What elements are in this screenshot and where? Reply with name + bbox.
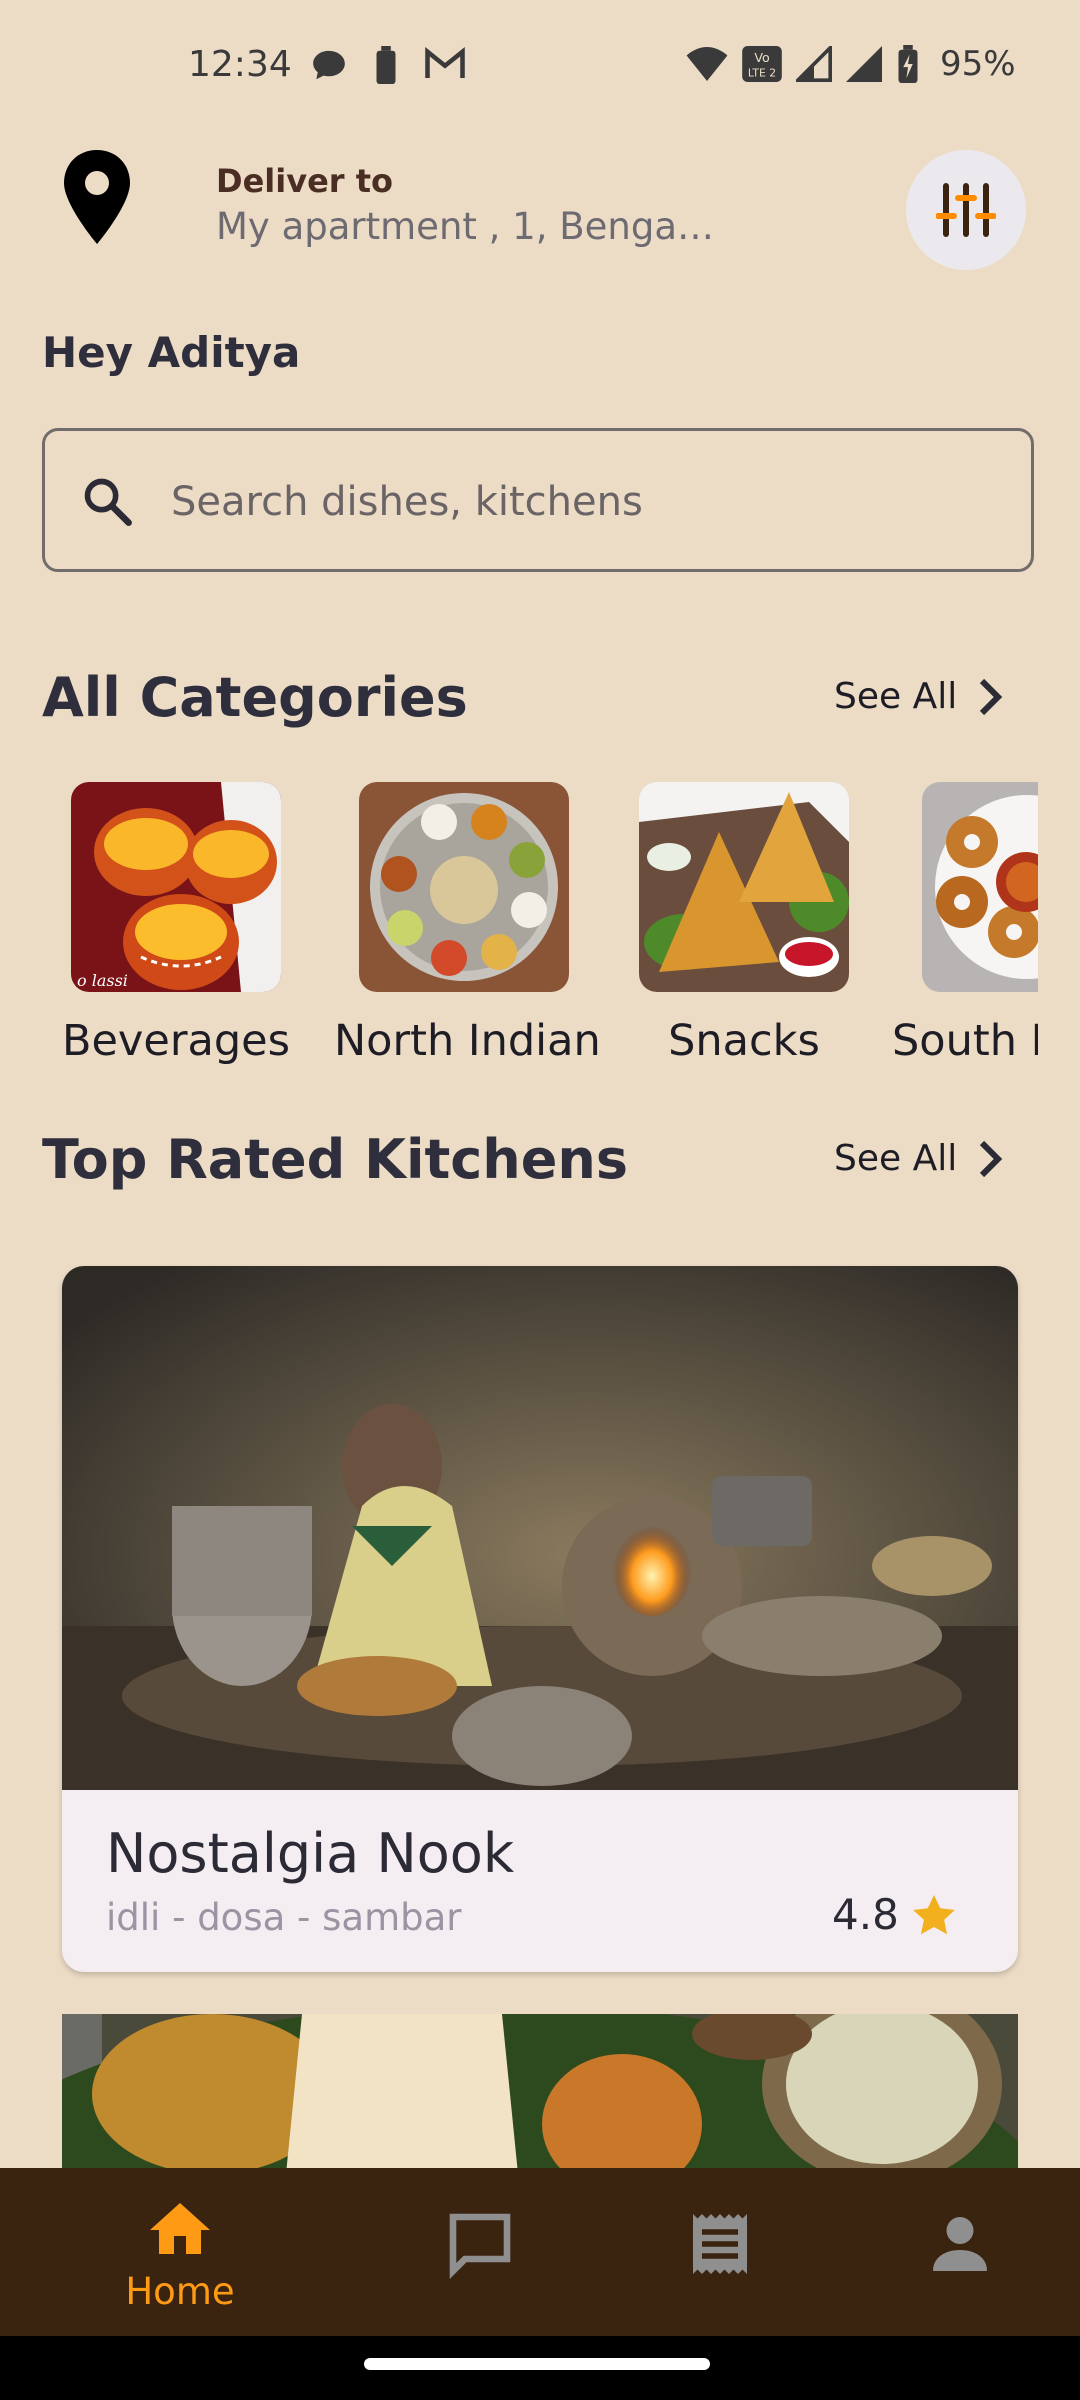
kitchen-rating: 4.8 [832,1890,955,1939]
category-beverages[interactable]: o lassi Beverages [46,782,306,1066]
status-bar: 12:34 Vo LTE 2 95% [0,0,1080,130]
see-all-label: See All [834,1138,958,1179]
category-image [359,782,569,992]
categories-see-all-button[interactable]: See All [834,676,1003,717]
nav-home-label: Home [125,2270,235,2313]
category-label: Beverages [61,1016,291,1066]
star-icon [912,1894,955,1934]
categories-title: All Categories [42,666,468,729]
svg-text:Vo: Vo [754,50,770,65]
search-bar[interactable] [42,428,1034,572]
nav-home[interactable]: Home [80,2168,280,2336]
search-icon [84,478,132,526]
receipt-icon [693,2214,747,2274]
greeting-text: Hey Aditya [42,328,301,377]
signal-icon [796,46,832,82]
battery-percent: 95% [940,44,1016,84]
signal-icon [846,46,882,82]
svg-text:LTE 2: LTE 2 [748,67,776,80]
kitchens-title: Top Rated Kitchens [42,1128,628,1191]
chevron-right-icon [980,678,1003,715]
status-time: 12:34 [188,44,292,85]
location-pin-icon[interactable] [62,150,132,244]
kitchens-see-all-button[interactable]: See All [834,1138,1003,1179]
bottom-navigation: Home [0,2168,1080,2336]
category-image: o lassi [71,782,281,992]
kitchen-cuisine: idli - dosa - sambar [106,1896,462,1939]
category-label: South I [892,1016,1038,1066]
battery-charging-icon [898,45,918,83]
deliver-to-label: Deliver to [216,162,393,200]
chat-bubble-icon [313,50,345,80]
kitchen-name: Nostalgia Nook [106,1822,515,1885]
svg-text:o lassi: o lassi [77,971,128,990]
gesture-bar [0,2336,1080,2400]
see-all-label: See All [834,676,958,717]
nav-orders[interactable] [620,2168,820,2336]
category-image [922,782,1038,992]
wifi-icon [686,47,728,81]
search-input[interactable] [169,461,993,543]
gmail-icon [425,47,465,78]
kitchen-photo [62,1266,1018,1790]
status-left-icons [310,46,466,84]
category-label: Snacks [668,1016,820,1066]
volte-icon: Vo LTE 2 [742,46,782,82]
home-icon [150,2203,210,2254]
category-label: North Indian [334,1016,601,1066]
rating-value: 4.8 [832,1890,899,1939]
category-north-indian[interactable]: North Indian [334,782,601,1066]
category-snacks[interactable]: Snacks [614,782,874,1066]
chat-icon [449,2213,511,2279]
delivery-address[interactable]: My apartment , 1, Bengal... [216,205,716,248]
category-south-indian[interactable]: South I [870,782,1038,1066]
categories-list[interactable]: o lassi Beverages North Indian Snacks So… [0,782,1038,1082]
kitchen-card[interactable]: Nostalgia Nook idli - dosa - sambar 4.8 [62,1266,1018,1972]
filter-sliders-icon [936,183,996,237]
profile-icon [933,2217,987,2271]
battery-icon [376,46,396,84]
nav-profile[interactable] [860,2168,1060,2336]
chevron-right-icon [980,1140,1003,1177]
nav-chat[interactable] [380,2168,580,2336]
filter-button[interactable] [906,150,1026,270]
category-image [639,782,849,992]
home-indicator[interactable] [364,2358,710,2370]
status-right-icons: Vo LTE 2 95% [686,44,1016,84]
